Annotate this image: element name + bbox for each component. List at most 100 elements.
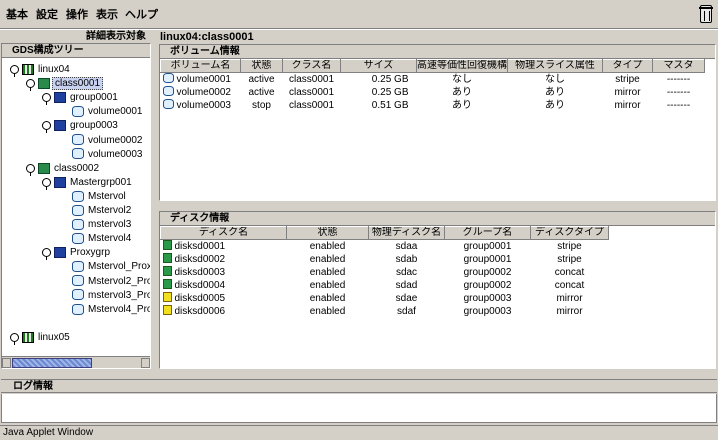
class-icon	[38, 162, 50, 174]
tree-expanded-icon[interactable]	[26, 78, 35, 91]
tree-node[interactable]: volume0003	[58, 148, 144, 162]
volume-icon	[72, 289, 84, 301]
tree-node[interactable]: Mstervol_Prox	[58, 260, 150, 274]
tree-node[interactable]: group0003	[42, 119, 120, 134]
table-cell: group0001	[463, 240, 512, 252]
tree-expanded-icon[interactable]	[42, 93, 51, 106]
column-header[interactable]: 高速等価性回復機構	[416, 59, 508, 73]
tree-collapsed-icon[interactable]	[10, 332, 19, 345]
tree-node[interactable]: Proxygrp	[42, 246, 112, 261]
disk-icon	[162, 279, 172, 289]
group-icon	[54, 247, 66, 259]
table-cell: group0002	[463, 279, 512, 291]
tree-node[interactable]: linux04	[10, 63, 72, 77]
cell-text: disksd0006	[174, 306, 226, 317]
menu-help[interactable]: ヘルプ	[125, 6, 158, 22]
tree-node[interactable]: Mastergrp001	[42, 176, 134, 190]
column-header[interactable]: サイズ	[340, 59, 417, 73]
table-cell: class0001	[288, 86, 335, 98]
tree-node-label: Mstervol	[88, 190, 126, 202]
scroll-thumb[interactable]	[12, 358, 92, 368]
volume-info-panel: ボリューム情報 ボリューム名 状態 クラス名 サイズ 高速等価性回復機構 物理スライス属性…	[159, 44, 716, 201]
table-cell: stripe	[615, 73, 640, 85]
tree-node[interactable]: linux05	[10, 331, 72, 345]
tree-node[interactable]: volume0001	[58, 105, 144, 119]
tree-node[interactable]: Mstervol2_Pro	[58, 275, 150, 289]
table-cell: active	[248, 86, 275, 98]
group-icon	[54, 176, 66, 188]
tree-node[interactable]: mstervol3_Pro	[58, 289, 150, 303]
column-header[interactable]: ディスクタイプ	[530, 226, 609, 240]
tree-expanded-icon[interactable]	[26, 163, 35, 176]
column-header[interactable]: マスタ	[652, 59, 705, 73]
tree-node-label: mstervol3_Pro	[88, 289, 150, 301]
menu-operation[interactable]: 操作	[66, 6, 88, 22]
menu-separator	[0, 28, 718, 30]
table-cell: あり	[452, 86, 472, 98]
table-row[interactable]: volume0003 stop class0001 0.51 GB あり あり mirror…	[161, 99, 705, 112]
log-area[interactable]	[1, 394, 717, 423]
table-row[interactable]: disksd0002 enabled sdab group0001 stripe	[161, 253, 609, 266]
class-icon	[38, 77, 50, 89]
table-cell: disksd0004	[161, 279, 287, 292]
column-header[interactable]: タイプ	[602, 59, 653, 73]
menu-settings[interactable]: 設定	[36, 6, 58, 22]
cell-text: volume0003	[176, 100, 231, 111]
table-cell: -------	[666, 99, 691, 111]
table-row[interactable]: volume0002 active class0001 0.25 GB あり あり mirr…	[161, 86, 705, 99]
column-header[interactable]: 物理スライス属性	[507, 59, 603, 73]
tree-node-label	[12, 318, 16, 329]
trash-icon[interactable]	[699, 5, 713, 23]
disk-icon	[162, 253, 172, 263]
tree-node[interactable]: class0002	[26, 162, 101, 176]
table-cell: mirror	[614, 86, 641, 98]
scroll-left-arrow-icon[interactable]	[2, 358, 11, 368]
log-info-title: ログ情報	[1, 379, 717, 393]
volume-icon	[72, 204, 84, 216]
column-header[interactable]: クラス名	[282, 59, 341, 73]
menu-view[interactable]: 表示	[96, 6, 118, 22]
table-cell: あり	[545, 99, 565, 111]
table-cell: class0001	[288, 73, 335, 85]
tree-node[interactable]: volume0002	[58, 134, 144, 148]
menu-basic[interactable]: 基本	[6, 6, 28, 22]
disk-info-panel: ディスク情報 ディスク名 状態 物理ディスク名 グループ名 ディスクタイプ disksd…	[159, 211, 716, 369]
tree-node[interactable]: Mstervol4_Pro	[58, 303, 150, 317]
tree-horizontal-scrollbar[interactable]	[2, 356, 150, 368]
tree-node-label: mstervol3	[88, 219, 132, 231]
table-row[interactable]: disksd0004 enabled sdad group0002 concat	[161, 279, 609, 292]
tree-expanded-icon[interactable]	[42, 177, 51, 190]
column-header[interactable]: グループ名	[444, 226, 531, 240]
table-row[interactable]: disksd0003 enabled sdac group0002 concat	[161, 266, 609, 279]
host-icon	[22, 63, 34, 75]
vertical-splitter[interactable]	[152, 43, 158, 369]
table-row[interactable]: disksd0001 enabled sdaa group0001 stripe	[161, 240, 609, 254]
tree-node[interactable]: Mstervol4	[58, 232, 133, 246]
column-header[interactable]: 状態	[286, 226, 369, 240]
tree-node[interactable]: group0001	[42, 91, 120, 106]
table-row[interactable]: disksd0005 enabled sdae group0003 mirror	[161, 292, 609, 305]
column-header[interactable]: 物理ディスク名	[368, 226, 445, 240]
column-header[interactable]: ボリューム名	[160, 59, 241, 73]
table-row[interactable]: volume0001 active class0001 0.25 GB なし なし stri…	[161, 73, 705, 87]
tree-node[interactable]: Mstervol2	[58, 204, 133, 218]
tree-node[interactable]: Mstervol	[58, 190, 128, 204]
tree-expanded-icon[interactable]	[42, 121, 51, 134]
cell-text: disksd0002	[174, 254, 226, 265]
scroll-right-arrow-icon[interactable]	[141, 358, 150, 368]
tree-expanded-icon[interactable]	[42, 248, 51, 261]
table-row[interactable]: disksd0006 enabled sdaf group0003 mirror	[161, 305, 609, 318]
tree-node[interactable]: class0001	[26, 77, 104, 91]
table-cell: なし	[545, 73, 565, 85]
tree-node-label: Proxygrp	[70, 247, 111, 259]
table-cell: enabled	[309, 253, 346, 265]
table-cell: concat	[554, 279, 585, 291]
table-cell: enabled	[309, 279, 346, 291]
table-cell: あり	[545, 86, 565, 98]
gds-tree-title: GDS構成ツリー	[2, 44, 150, 58]
column-header[interactable]: ディスク名	[160, 226, 287, 240]
tree-node[interactable]: mstervol3	[58, 218, 133, 232]
tree-expanded-icon[interactable]	[10, 64, 19, 77]
table-cell: -------	[666, 73, 691, 85]
column-header[interactable]: 状態	[240, 59, 283, 73]
